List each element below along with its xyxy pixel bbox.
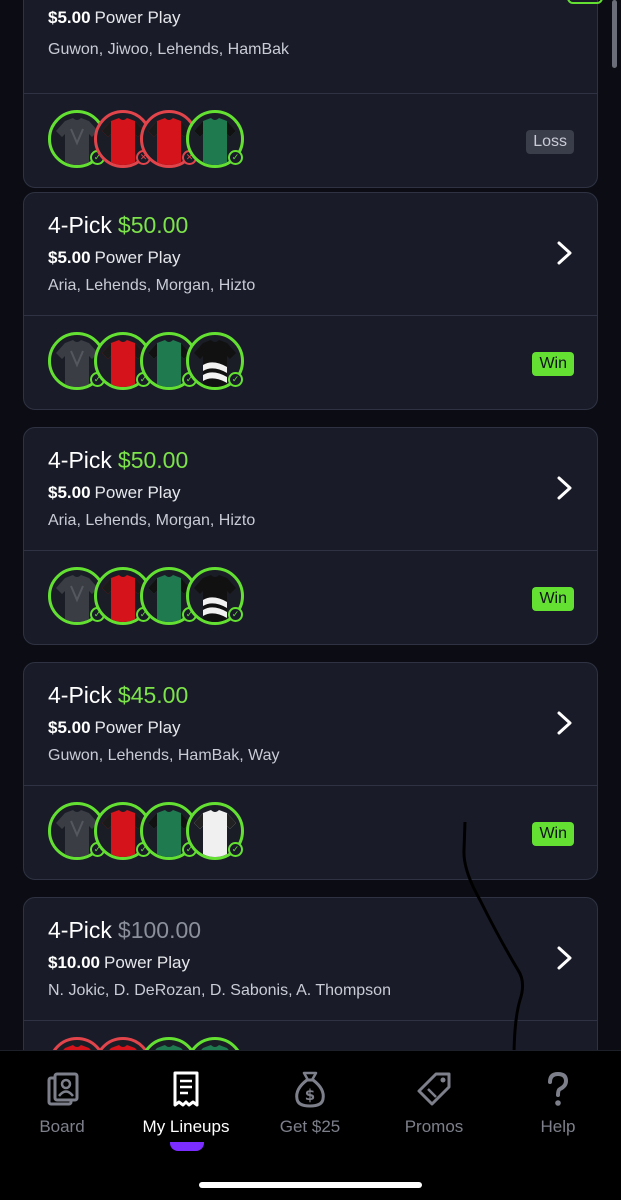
- chevron-right-icon[interactable]: [553, 240, 575, 266]
- scrollbar[interactable]: [612, 0, 617, 68]
- lineup-summary[interactable]: 4-Pick $50.00 $5.00 Power Play Aria, Lehen…: [24, 193, 597, 316]
- lineup-picks: ✓ ✓ ✓ ✓ Win: [24, 551, 597, 644]
- jersey-row: ✓ ✓ ✓ ✓: [48, 802, 258, 862]
- lineup-card[interactable]: 4-Pick $50.00 $5.00 Power Play Aria, Lehen…: [23, 427, 598, 645]
- players-list: Guwon, Jiwoo, Lehends, HamBak: [48, 41, 290, 58]
- payout-amount: $50.00: [117, 447, 189, 473]
- receipt-icon: [173, 1071, 199, 1107]
- payout-amount: $45.00: [117, 682, 189, 708]
- players-list: Guwon, Lehends, HamBak, Way: [48, 747, 280, 764]
- question-icon: [548, 1071, 569, 1106]
- tab-board[interactable]: Board: [7, 1069, 117, 1179]
- entry-amount: $5.00: [48, 483, 91, 502]
- jersey-row: ✓ ✓ ✓ ✓: [48, 567, 258, 627]
- lineup-card[interactable]: 4-Pick $50.00 $5.00 Power Play Aria, Lehen…: [23, 192, 598, 410]
- board-icon: [47, 1072, 79, 1106]
- entry-line: $5.00 Power Play: [48, 483, 181, 503]
- tab-get-25[interactable]: $ Get $25: [255, 1069, 365, 1179]
- lineup-title: 4-Pick $50.00: [48, 212, 188, 239]
- entry-line: $10.00 Power Play: [48, 953, 190, 973]
- result-badge: Win: [532, 822, 574, 846]
- tab-help[interactable]: Help: [503, 1069, 613, 1179]
- check-icon: ✓: [228, 607, 243, 622]
- entry-type: Power Play: [94, 248, 181, 267]
- chevron-right-icon[interactable]: [553, 710, 575, 736]
- chevron-right-icon[interactable]: [553, 945, 575, 971]
- lineup-picks: ✓ ✕ ✕ ✓ Loss: [24, 94, 597, 187]
- check-icon: ✓: [228, 150, 243, 165]
- entry-type: Power Play: [94, 8, 181, 27]
- lineup-title: 4-Pick $45.00: [48, 682, 188, 709]
- lineup-summary[interactable]: 4-Pick $100.00 $10.00 Power Play N. Jokic,…: [24, 898, 597, 1021]
- players-list: N. Jokic, D. DeRozan, D. Sabonis, A. Tho…: [48, 982, 391, 999]
- entry-line: $5.00 Power Play: [48, 718, 181, 738]
- lineup-card[interactable]: 4-Pick $45.00 $5.00 Power Play Guwon, Lehe…: [23, 662, 598, 880]
- lineup-picks: ✓ ✓ ✓ ✓ Win: [24, 786, 597, 879]
- pick-count: 4-Pick: [48, 917, 112, 943]
- active-tab-indicator: [170, 1142, 204, 1151]
- top-button[interactable]: [567, 0, 603, 4]
- jersey-row: ✓ ✕ ✕ ✓: [48, 110, 258, 170]
- players-list: Aria, Lehends, Morgan, Hizto: [48, 512, 256, 529]
- pick-count: 4-Pick: [48, 682, 112, 708]
- players-list: Aria, Lehends, Morgan, Hizto: [48, 277, 256, 294]
- entry-amount: $5.00: [48, 248, 91, 267]
- check-icon: ✓: [228, 842, 243, 857]
- money-bag-icon: $: [295, 1071, 325, 1108]
- payout-amount: $100.00: [117, 917, 202, 943]
- entry-amount: $5.00: [48, 718, 91, 737]
- entry-line: $5.00 Power Play: [48, 248, 181, 268]
- check-icon: ✓: [228, 372, 243, 387]
- tab-label: Help: [540, 1117, 576, 1136]
- lineup-summary[interactable]: 4-Pick $50.00 $5.00 Power Play Aria, Lehen…: [24, 428, 597, 551]
- tag-icon: [417, 1072, 451, 1106]
- lineup-picks: ✓ ✓ ✓ ✓ Win: [24, 316, 597, 409]
- lineup-summary[interactable]: 4-Pick $45.00 $5.00 Power Play Guwon, Lehe…: [24, 663, 597, 786]
- entry-type: Power Play: [94, 483, 181, 502]
- home-indicator[interactable]: [199, 1182, 422, 1188]
- entry-amount: $10.00: [48, 953, 100, 972]
- lineup-summary[interactable]: $5.00 Power Play Guwon, Jiwoo, Lehends, H…: [24, 0, 597, 94]
- entry-amount: $5.00: [48, 8, 91, 27]
- result-badge: Loss: [526, 130, 574, 154]
- svg-text:$: $: [305, 1086, 315, 1104]
- lineup-card[interactable]: $5.00 Power Play Guwon, Jiwoo, Lehends, H…: [23, 0, 598, 188]
- result-badge: Win: [532, 352, 574, 376]
- chevron-right-icon[interactable]: [553, 475, 575, 501]
- tab-label: Promos: [404, 1117, 464, 1136]
- lineup-title: 4-Pick $100.00: [48, 917, 201, 944]
- entry-type: Power Play: [94, 718, 181, 737]
- tab-my-lineups[interactable]: My Lineups: [131, 1069, 241, 1179]
- entry-line: $5.00 Power Play: [48, 8, 181, 28]
- tab-promos[interactable]: Promos: [379, 1069, 489, 1179]
- pick-count: 4-Pick: [48, 212, 112, 238]
- jersey-row: ✓ ✓ ✓ ✓: [48, 332, 258, 392]
- tab-bar: Board My Lineups $ Get $25 Promos Help: [0, 1050, 621, 1200]
- payout-amount: $50.00: [117, 212, 189, 238]
- tab-label: Board: [39, 1117, 85, 1136]
- screen: { "colors": { "accent_green": "#7de34a",…: [0, 0, 621, 1200]
- tab-label: My Lineups: [142, 1117, 230, 1136]
- tab-label: Get $25: [279, 1117, 341, 1136]
- result-badge: Win: [532, 587, 574, 611]
- entry-type: Power Play: [104, 953, 190, 972]
- lineup-title: 4-Pick $50.00: [48, 447, 188, 474]
- pick-count: 4-Pick: [48, 447, 112, 473]
